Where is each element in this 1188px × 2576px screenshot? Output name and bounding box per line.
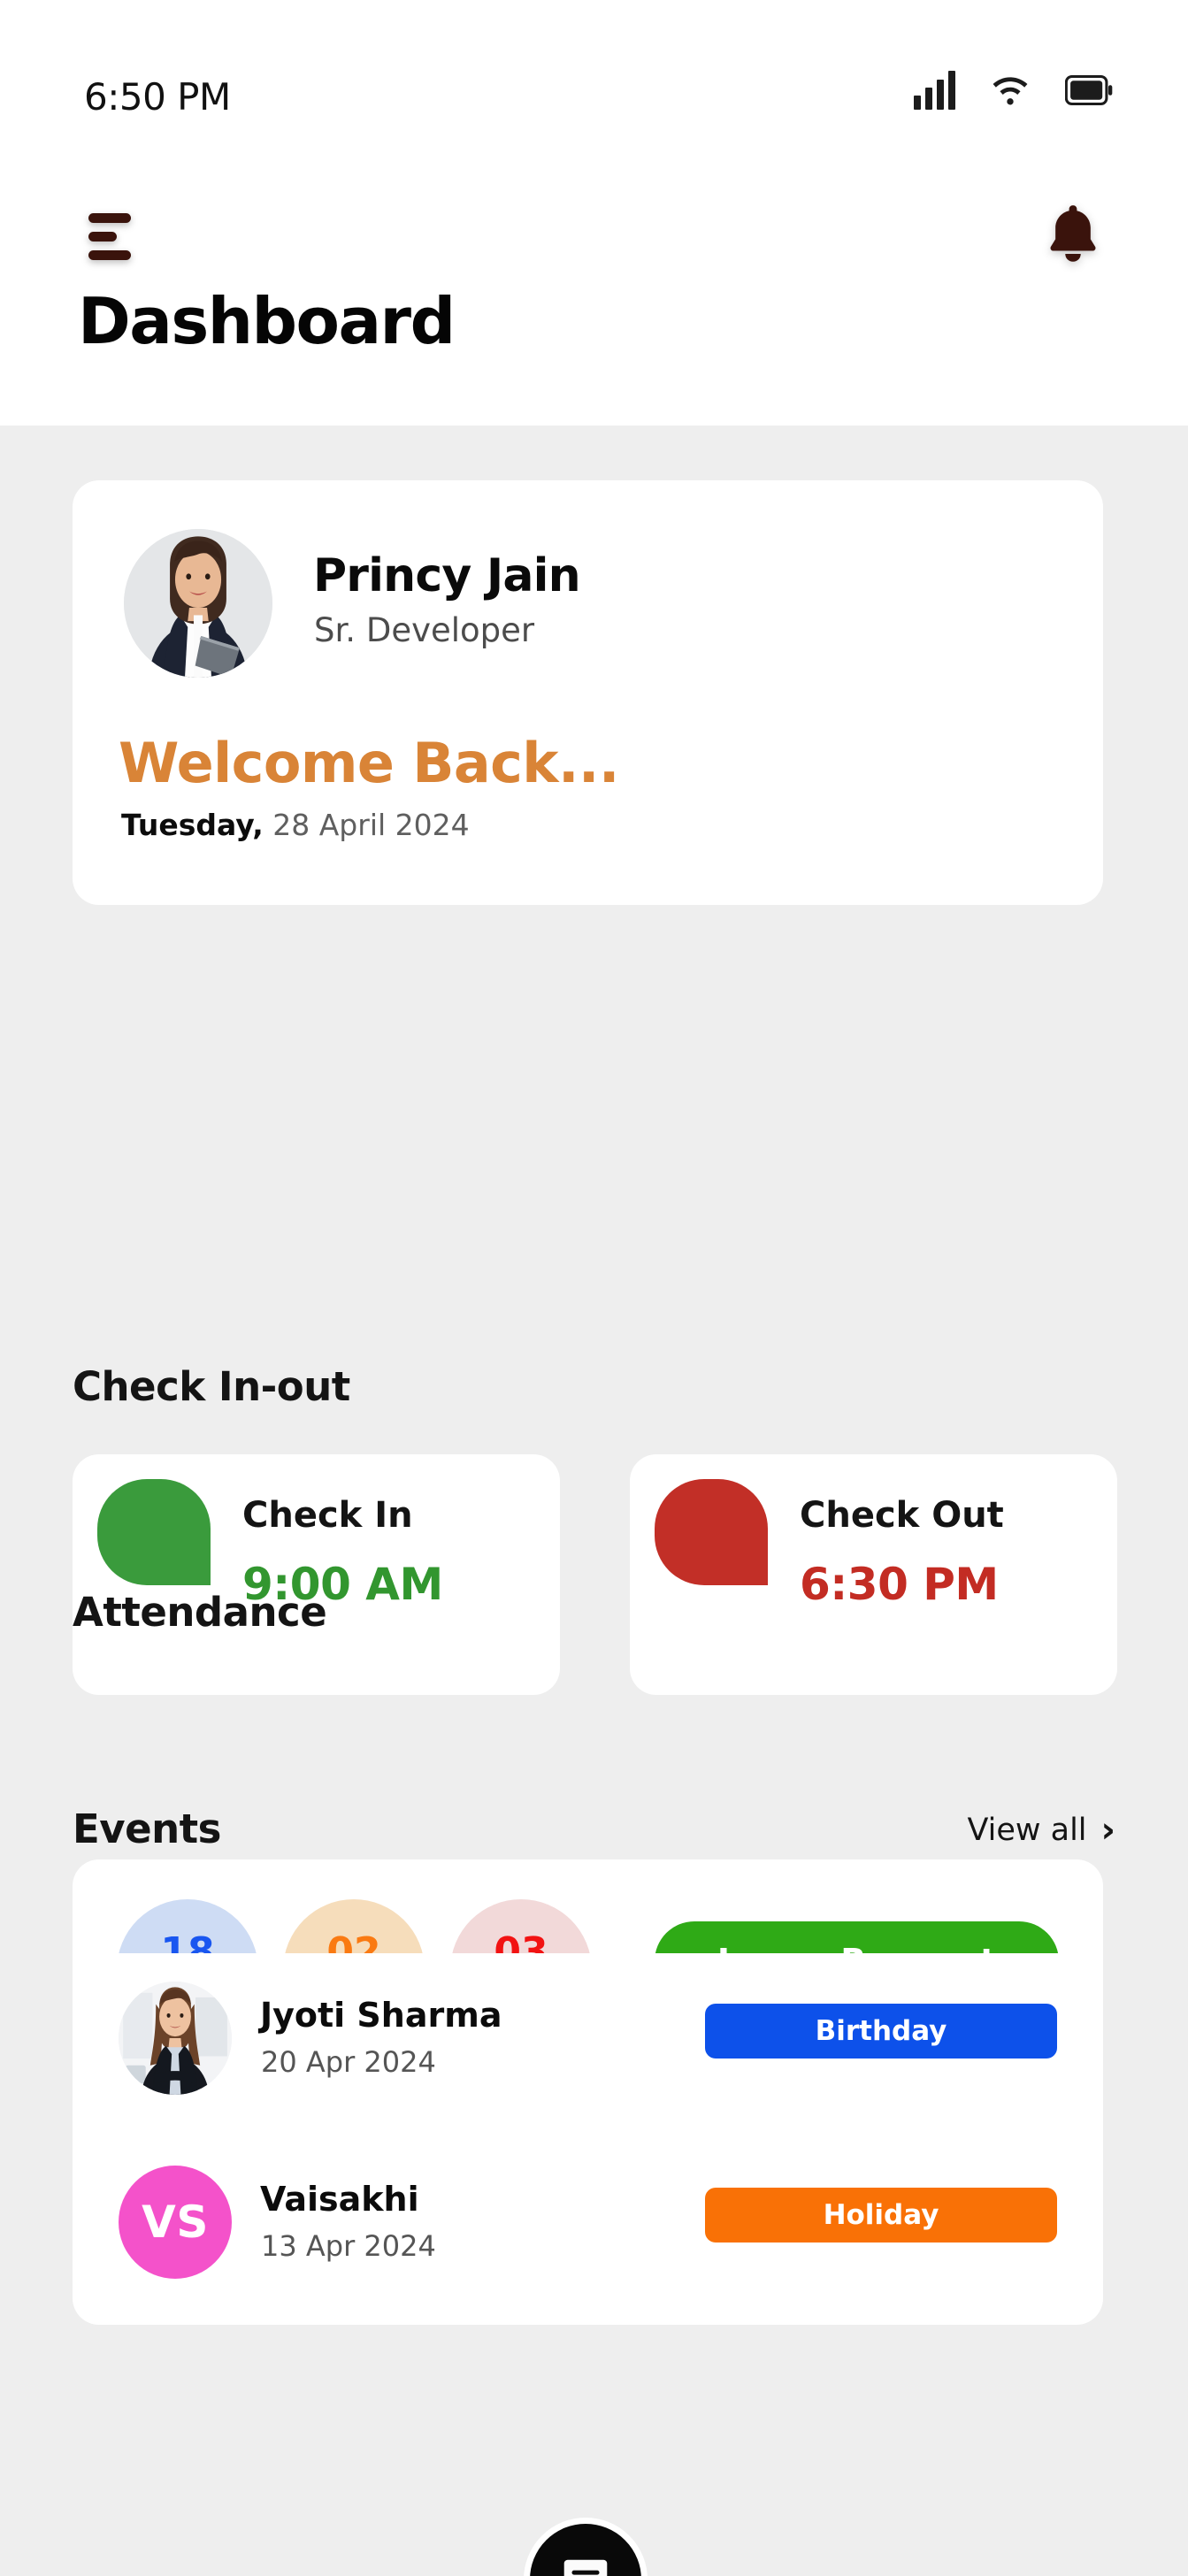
events-card: Jyoti Sharma 20 Apr 2024 Birthday VS Vai… [73, 1953, 1103, 2325]
view-all-events-link[interactable]: View all › [967, 1813, 1115, 1848]
battery-icon [1065, 74, 1113, 106]
status-badge[interactable]: Birthday [705, 2004, 1057, 2058]
avatar [119, 1982, 232, 2095]
attendance-heading: Attendance [73, 1589, 327, 1636]
chat-fab-button[interactable] [524, 2518, 648, 2576]
check-out-card[interactable]: Check Out 6:30 PM [630, 1454, 1117, 1695]
bell-icon[interactable] [1042, 200, 1104, 271]
current-date: Tuesday, 28 April 2024 [121, 808, 470, 842]
view-all-label: View all [967, 1813, 1087, 1848]
avatar [124, 529, 272, 678]
current-date-value: 28 April 2024 [263, 808, 470, 842]
wifi-icon [993, 77, 1028, 105]
check-in-label: Check In [242, 1495, 413, 1536]
events-heading: Events [73, 1806, 221, 1852]
check-in-drop-icon [97, 1479, 211, 1585]
status-bar: 6:50 PM [0, 0, 1188, 173]
status-time: 6:50 PM [84, 75, 231, 119]
list-item[interactable]: VS Vaisakhi 13 Apr 2024 Holiday [73, 2137, 1103, 2323]
check-in-card[interactable]: Check In 9:00 AM [73, 1454, 560, 1695]
event-title: Vaisakhi [260, 2180, 419, 2219]
profile-card: Princy Jain Sr. Developer Welcome Back..… [73, 480, 1103, 905]
profile-name: Princy Jain [313, 549, 581, 602]
dashboard-content: Princy Jain Sr. Developer Welcome Back..… [0, 426, 1188, 2576]
current-day: Tuesday, [121, 808, 264, 842]
status-badge[interactable]: Holiday [705, 2188, 1057, 2242]
signal-bars-icon [914, 71, 955, 110]
chat-bubble-icon [563, 2559, 608, 2576]
page-title: Dashboard [78, 284, 456, 358]
mobile-screen: 6:50 PM Dashboard Princy Jain Sr. Develo… [0, 0, 1188, 2576]
event-date: 20 Apr 2024 [261, 2045, 436, 2079]
event-date: 13 Apr 2024 [261, 2229, 436, 2263]
hamburger-menu-icon[interactable] [88, 213, 143, 263]
check-out-label: Check Out [800, 1495, 1004, 1536]
list-item[interactable]: Jyoti Sharma 20 Apr 2024 Birthday [73, 1953, 1103, 2139]
chevron-right-icon: › [1100, 1810, 1115, 1851]
app-bar: Dashboard [0, 173, 1188, 426]
avatar: VS [119, 2166, 232, 2279]
check-in-out-heading: Check In-out [73, 1363, 350, 1410]
welcome-message: Welcome Back... [119, 731, 619, 795]
event-title: Jyoti Sharma [260, 1996, 502, 2035]
profile-role: Sr. Developer [314, 611, 535, 649]
check-out-time: 6:30 PM [800, 1559, 999, 1610]
check-out-drop-icon [655, 1479, 768, 1585]
status-icons [914, 71, 1113, 110]
